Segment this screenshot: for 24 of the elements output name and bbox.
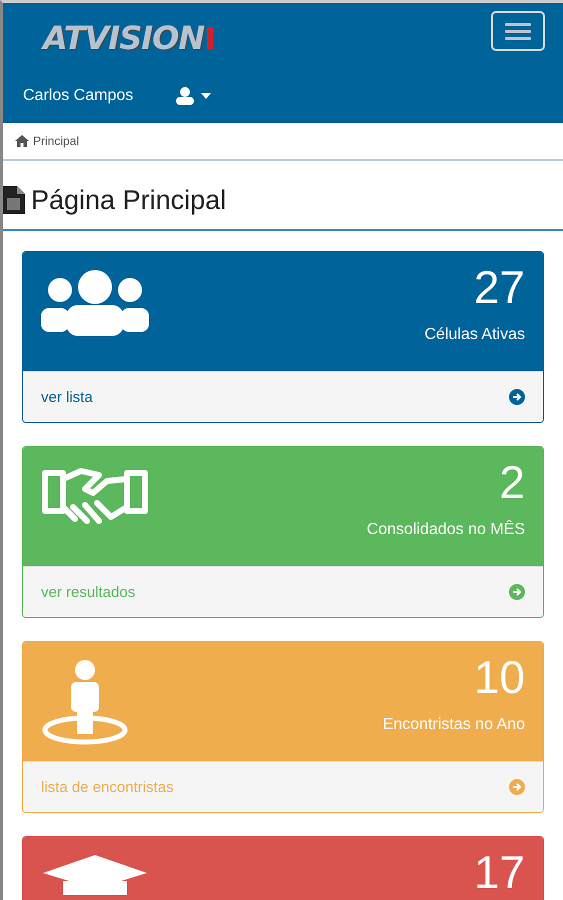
count: 10 — [472, 654, 525, 700]
panel-footer-link[interactable]: ver lista — [23, 371, 543, 422]
logo-text: ATVISION — [43, 19, 204, 57]
user-icon — [175, 87, 196, 105]
count: 27 — [472, 264, 525, 310]
arrow-circle-icon — [509, 389, 525, 405]
document-icon — [3, 186, 25, 214]
arrow-circle-icon — [509, 779, 525, 795]
user-menu-button[interactable] — [175, 87, 212, 105]
graduation-cap-icon — [41, 855, 149, 895]
count: 17 — [474, 849, 525, 895]
panel-label: Células Ativas — [424, 326, 525, 344]
arrow-circle-icon — [509, 584, 525, 600]
user-name: Carlos Campos — [23, 87, 134, 105]
home-icon — [15, 135, 29, 147]
page-title: Página Principal — [31, 184, 226, 216]
panel-label: Consolidados no MÊS — [366, 521, 525, 539]
users-icon — [41, 270, 149, 336]
panel-label: Encontristas no Ano — [382, 716, 525, 734]
logo-mark-icon — [206, 25, 214, 51]
caret-icon — [201, 93, 212, 99]
menu-button[interactable] — [491, 11, 545, 51]
count: 2 — [498, 459, 525, 505]
breadcrumb-link[interactable]: Principal — [33, 134, 80, 148]
